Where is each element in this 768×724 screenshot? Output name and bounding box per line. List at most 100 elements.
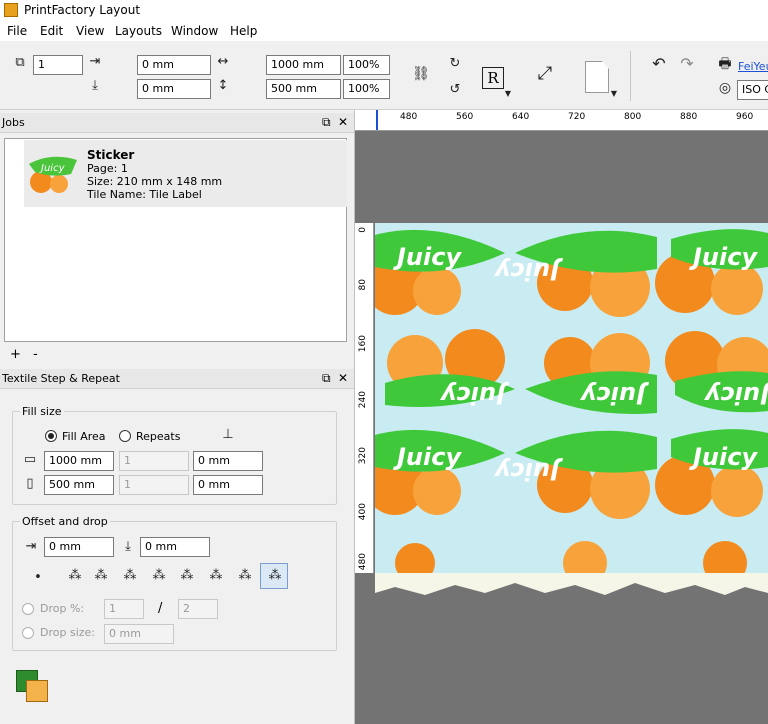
ruler-tick: 320 — [358, 447, 368, 465]
menu-layouts[interactable]: Layouts — [115, 24, 162, 38]
toolbar-divider — [630, 51, 631, 101]
drop-size-input[interactable]: 0 mm — [104, 624, 174, 644]
step-repeat-panel-header: Textile Step & Repeat ⧉ ✕ — [0, 369, 355, 389]
app-icon — [4, 3, 18, 17]
fill-size-label: Fill size — [20, 405, 64, 418]
pattern-rotate-icon[interactable]: ⁂ — [236, 569, 254, 583]
horizontal-offset-input[interactable]: 0 mm — [137, 55, 211, 75]
menu-window[interactable]: Window — [171, 24, 218, 38]
fit-to-view-icon[interactable]: ⤢ — [534, 65, 556, 83]
pattern-flip-icon: ⁂ — [268, 568, 282, 583]
ruler-tick: 240 — [358, 391, 368, 409]
remove-job-button[interactable]: - — [33, 347, 38, 362]
color-profile-icon: ◎ — [718, 80, 732, 96]
restore-icon[interactable]: ⧉ — [322, 371, 331, 386]
pattern-mirror-both-icon[interactable]: ⁂ — [207, 569, 225, 583]
profile-select[interactable]: ISO C — [737, 80, 768, 100]
fill-height-input[interactable]: 500 mm — [44, 475, 114, 495]
job-name: Sticker — [87, 148, 135, 162]
chevron-down-icon[interactable]: ▼ — [609, 87, 619, 101]
ruler-tick: 400 — [358, 503, 368, 521]
ruler-tick: 720 — [568, 112, 586, 122]
jobs-panel-title: Jobs — [2, 116, 25, 129]
ruler-tick: 0 — [358, 227, 368, 233]
dot-icon[interactable]: • — [33, 571, 43, 585]
ruler-tick: 160 — [358, 335, 368, 353]
rotate-ccw-icon[interactable]: ↺ — [448, 83, 462, 97]
tile-preview: Juicy Juicy Juicy Juicy Juicy Juicy Juic… — [375, 223, 768, 595]
menu-help[interactable]: Help — [230, 24, 257, 38]
width-icon: ↔ — [217, 54, 229, 69]
offset-horizontal-input[interactable]: 0 mm — [44, 537, 114, 557]
drop-numerator-input[interactable]: 1 — [104, 599, 144, 619]
drop-separator: / — [158, 601, 163, 616]
registration-mark-icon[interactable]: R — [482, 67, 504, 89]
restore-icon[interactable]: ⧉ — [322, 115, 331, 130]
copies-input[interactable]: 1 — [33, 55, 83, 75]
offset-drop-label: Offset and drop — [20, 515, 110, 528]
page-icon[interactable] — [585, 61, 609, 93]
drop-denominator-input[interactable]: 2 — [178, 599, 218, 619]
vertical-ruler: 0 80 160 240 320 400 480 — [355, 223, 374, 573]
offset-vertical-input[interactable]: 0 mm — [140, 537, 210, 557]
vertical-offset-icon: ⤓ — [125, 539, 131, 554]
add-job-button[interactable]: + — [10, 347, 21, 362]
close-icon[interactable]: ✕ — [338, 371, 348, 385]
pattern-brick-icon[interactable]: ⁂ — [121, 569, 139, 583]
job-item[interactable]: Juicy Sticker Page: 1 Size: 210 mm x 148… — [24, 140, 347, 207]
thumb-text: Juicy — [39, 163, 66, 174]
chevron-down-icon[interactable]: ▼ — [503, 87, 513, 101]
jobs-panel-header: Jobs ⧉ ✕ — [0, 113, 355, 133]
width-percent-input[interactable]: 100% — [343, 55, 390, 75]
tile-text: Juicy — [494, 257, 563, 285]
pattern-half-drop-icon[interactable]: ⁂ — [92, 569, 110, 583]
fill-height-repeats-input[interactable]: 1 — [119, 475, 189, 495]
redo-icon[interactable]: ↷ — [678, 56, 696, 72]
fill-area-label: Fill Area — [62, 430, 106, 443]
drop-percent-radio[interactable] — [22, 603, 34, 615]
ruler-tick: 80 — [358, 279, 368, 291]
job-tile-name: Tile Name: Tile Label — [87, 188, 202, 201]
fill-width-gap-input[interactable]: 0 mm — [193, 451, 263, 471]
menu-file[interactable]: File — [7, 24, 27, 38]
fill-width-repeats-input[interactable]: 1 — [119, 451, 189, 471]
printer-link[interactable]: FeiYeu — [738, 60, 768, 73]
pattern-straight-icon[interactable]: ⁂ — [66, 569, 84, 583]
drop-size-radio[interactable] — [22, 627, 34, 639]
window-title: PrintFactory Layout — [24, 3, 141, 17]
horizontal-offset-icon: ⇥ — [89, 54, 101, 69]
repeats-label: Repeats — [136, 430, 181, 443]
close-icon[interactable]: ✕ — [338, 115, 348, 129]
pattern-flip-button[interactable]: ⁂ — [260, 563, 288, 589]
height-icon: ↕ — [217, 78, 229, 93]
width-input[interactable]: 1000 mm — [266, 55, 341, 75]
pattern-mirror-h-icon[interactable]: ⁂ — [150, 569, 168, 583]
width-icon: ▭ — [23, 452, 37, 467]
ruler-tick: 640 — [512, 112, 530, 122]
height-percent-input[interactable]: 100% — [343, 79, 390, 99]
ruler-tick: 960 — [736, 112, 754, 122]
jobs-list: Juicy Sticker Page: 1 Size: 210 mm x 148… — [4, 138, 347, 342]
copies-icon: ⧉ — [15, 55, 25, 70]
pattern-mirror-v-icon[interactable]: ⁂ — [178, 569, 196, 583]
step-repeat-apply-icon[interactable] — [16, 670, 48, 702]
vertical-offset-input[interactable]: 0 mm — [137, 79, 211, 99]
menu-view[interactable]: View — [76, 24, 104, 38]
menu-edit[interactable]: Edit — [40, 24, 63, 38]
layout-canvas[interactable]: 0 80 160 240 320 400 480 Juicy Juicy Jui… — [355, 131, 768, 724]
fit-icon[interactable]: ⊥ — [219, 428, 237, 442]
fill-width-input[interactable]: 1000 mm — [44, 451, 114, 471]
undo-icon[interactable]: ↶ — [650, 56, 668, 72]
tile-text: Juicy — [689, 443, 758, 471]
tile-text: Juicy — [494, 457, 563, 485]
height-input[interactable]: 500 mm — [266, 79, 341, 99]
fill-area-radio[interactable] — [45, 430, 57, 442]
ruler-tick: 880 — [680, 112, 698, 122]
ruler-tick: 800 — [624, 112, 642, 122]
link-proportions-icon[interactable]: ⛓ — [410, 67, 432, 81]
repeats-radio[interactable] — [119, 430, 131, 442]
ruler-tick: 560 — [456, 112, 474, 122]
rotate-cw-icon[interactable]: ↻ — [448, 57, 462, 71]
printer-icon: 🖶 — [718, 56, 732, 72]
fill-height-gap-input[interactable]: 0 mm — [193, 475, 263, 495]
